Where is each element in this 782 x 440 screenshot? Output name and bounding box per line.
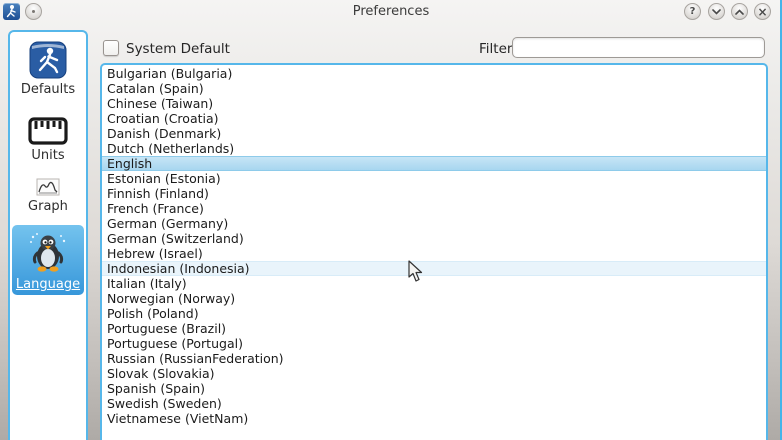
list-item[interactable]: Slovak (Slovakia) <box>102 366 766 381</box>
list-item[interactable]: Finnish (Finland) <box>102 186 766 201</box>
graph-icon <box>36 178 60 197</box>
list-item[interactable]: Chinese (Taiwan) <box>102 96 766 111</box>
sidebar-item-label: Defaults <box>21 82 75 97</box>
language-list: Bulgarian (Bulgaria)Catalan (Spain)Chine… <box>100 63 768 440</box>
list-item[interactable]: Swedish (Sweden) <box>102 396 766 411</box>
list-item[interactable]: German (Switzerland) <box>102 231 766 246</box>
chevron-up-icon <box>735 9 744 15</box>
window-title: Preferences <box>0 4 782 19</box>
list-item[interactable]: Italian (Italy) <box>102 276 766 291</box>
list-item[interactable]: Bulgarian (Bulgaria) <box>102 66 766 81</box>
close-button[interactable]: × <box>754 3 771 20</box>
settings-category-sidebar: Defaults Units Graph <box>8 30 88 440</box>
help-icon: ? <box>690 7 696 17</box>
ruler-icon <box>28 116 68 146</box>
sidebar-item-units[interactable]: Units <box>12 112 84 166</box>
hiker-icon <box>28 40 68 80</box>
list-item[interactable]: Polish (Poland) <box>102 306 766 321</box>
sidebar-item-label: Language <box>16 277 80 292</box>
filter-input[interactable] <box>512 37 765 58</box>
sidebar-item-language[interactable]: Language <box>12 225 84 295</box>
list-item[interactable]: Portuguese (Brazil) <box>102 321 766 336</box>
list-item[interactable]: Norwegian (Norway) <box>102 291 766 306</box>
list-item[interactable]: French (France) <box>102 201 766 216</box>
list-item[interactable]: Danish (Denmark) <box>102 126 766 141</box>
shade-up-button[interactable] <box>731 3 748 20</box>
sidebar-item-graph[interactable]: Graph <box>12 174 84 217</box>
list-item[interactable]: Estonian (Estonia) <box>102 171 766 186</box>
list-item[interactable]: German (Germany) <box>102 216 766 231</box>
list-item[interactable]: Portuguese (Portugal) <box>102 336 766 351</box>
list-item[interactable]: Dutch (Netherlands) <box>102 141 766 156</box>
sidebar-item-label: Graph <box>28 199 68 214</box>
help-button[interactable]: ? <box>684 3 701 20</box>
sidebar-item-label: Units <box>31 148 64 163</box>
preferences-window: Preferences ? × <box>0 0 782 440</box>
filter-label: Filter <box>479 41 512 57</box>
list-item[interactable]: Russian (RussianFederation) <box>102 351 766 366</box>
list-item[interactable]: Spanish (Spain) <box>102 381 766 396</box>
sidebar-item-defaults[interactable]: Defaults <box>12 36 84 100</box>
list-item[interactable]: Vietnamese (VietNam) <box>102 411 766 426</box>
system-default-label: System Default <box>126 41 230 57</box>
list-item[interactable]: Indonesian (Indonesia) <box>102 261 766 276</box>
list-item[interactable]: Catalan (Spain) <box>102 81 766 96</box>
titlebar[interactable]: Preferences ? × <box>0 0 782 24</box>
list-item[interactable]: Croatian (Croatia) <box>102 111 766 126</box>
list-item[interactable]: English <box>102 156 766 171</box>
chevron-down-icon <box>712 9 721 15</box>
close-icon: × <box>757 6 767 18</box>
system-default-checkbox[interactable] <box>103 40 119 56</box>
tux-penguin-icon <box>25 229 71 275</box>
shade-down-button[interactable] <box>708 3 725 20</box>
list-item[interactable]: Hebrew (Israel) <box>102 246 766 261</box>
